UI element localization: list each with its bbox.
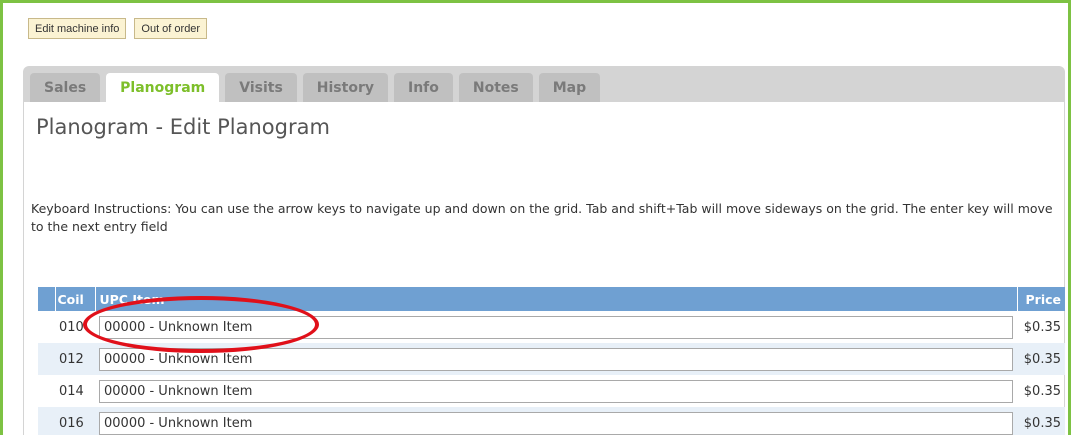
coil-cell: 016 xyxy=(55,407,95,435)
coil-column-header[interactable]: Coil xyxy=(55,287,96,311)
tab-notes[interactable]: Notes xyxy=(458,73,533,102)
coil-cell: 012 xyxy=(55,343,95,375)
upc-cell xyxy=(95,311,1017,343)
page-title: Planogram - Edit Planogram xyxy=(36,115,330,139)
tab-history[interactable]: History xyxy=(302,73,388,102)
tab-bar: Sales Planogram Visits History Info Note… xyxy=(23,66,1065,102)
tab-info[interactable]: Info xyxy=(393,73,453,102)
price-cell: $0.35 xyxy=(1017,407,1065,435)
machine-panel: Edit machine info Out of order Sales Pla… xyxy=(0,0,1071,435)
table-row: 016 $0.35 xyxy=(38,407,1065,435)
row-gutter xyxy=(38,407,55,435)
row-gutter xyxy=(38,311,55,343)
coil-cell: 014 xyxy=(59,383,84,399)
table-row: 010 $0.35 xyxy=(38,311,1065,343)
tab-content: Planogram - Edit Planogram Keyboard Inst… xyxy=(23,102,1065,435)
grid-header-blank xyxy=(38,287,56,311)
grid-header-row: Coil UPC Item Price xyxy=(38,287,1065,311)
upc-cell xyxy=(95,375,1017,407)
upc-cell xyxy=(95,343,1017,375)
price-cell: $0.35 xyxy=(1017,343,1065,375)
out-of-order-button[interactable]: Out of order xyxy=(134,18,208,39)
row-gutter xyxy=(38,343,55,375)
table-row: 012 $0.35 xyxy=(38,343,1065,375)
price-column-header[interactable]: Price xyxy=(1017,287,1065,311)
price-cell: $0.35 xyxy=(1023,383,1061,399)
price-cell: $0.35 xyxy=(1023,319,1061,335)
tab-sales[interactable]: Sales xyxy=(30,73,101,102)
upc-item-input[interactable] xyxy=(99,347,1013,371)
upc-item-input[interactable] xyxy=(99,315,1013,339)
table-row: 014 $0.35 xyxy=(38,375,1065,407)
edit-machine-info-button[interactable]: Edit machine info xyxy=(28,18,127,39)
upc-cell xyxy=(95,407,1017,435)
row-gutter xyxy=(38,375,55,407)
keyboard-instructions: Keyboard Instructions: You can use the a… xyxy=(31,201,1053,234)
tab-planogram[interactable]: Planogram xyxy=(106,73,220,102)
upc-item-input[interactable] xyxy=(99,411,1013,435)
upc-item-column-header[interactable]: UPC Item xyxy=(95,287,1018,311)
planogram-grid: Coil UPC Item Price 010 $0.35 012 xyxy=(38,287,1065,435)
tab-map[interactable]: Map xyxy=(538,73,601,102)
upc-item-input[interactable] xyxy=(99,379,1013,403)
machine-action-buttons: Edit machine info Out of order xyxy=(28,18,208,39)
tab-visits[interactable]: Visits xyxy=(225,73,297,102)
coil-cell: 010 xyxy=(59,319,84,335)
